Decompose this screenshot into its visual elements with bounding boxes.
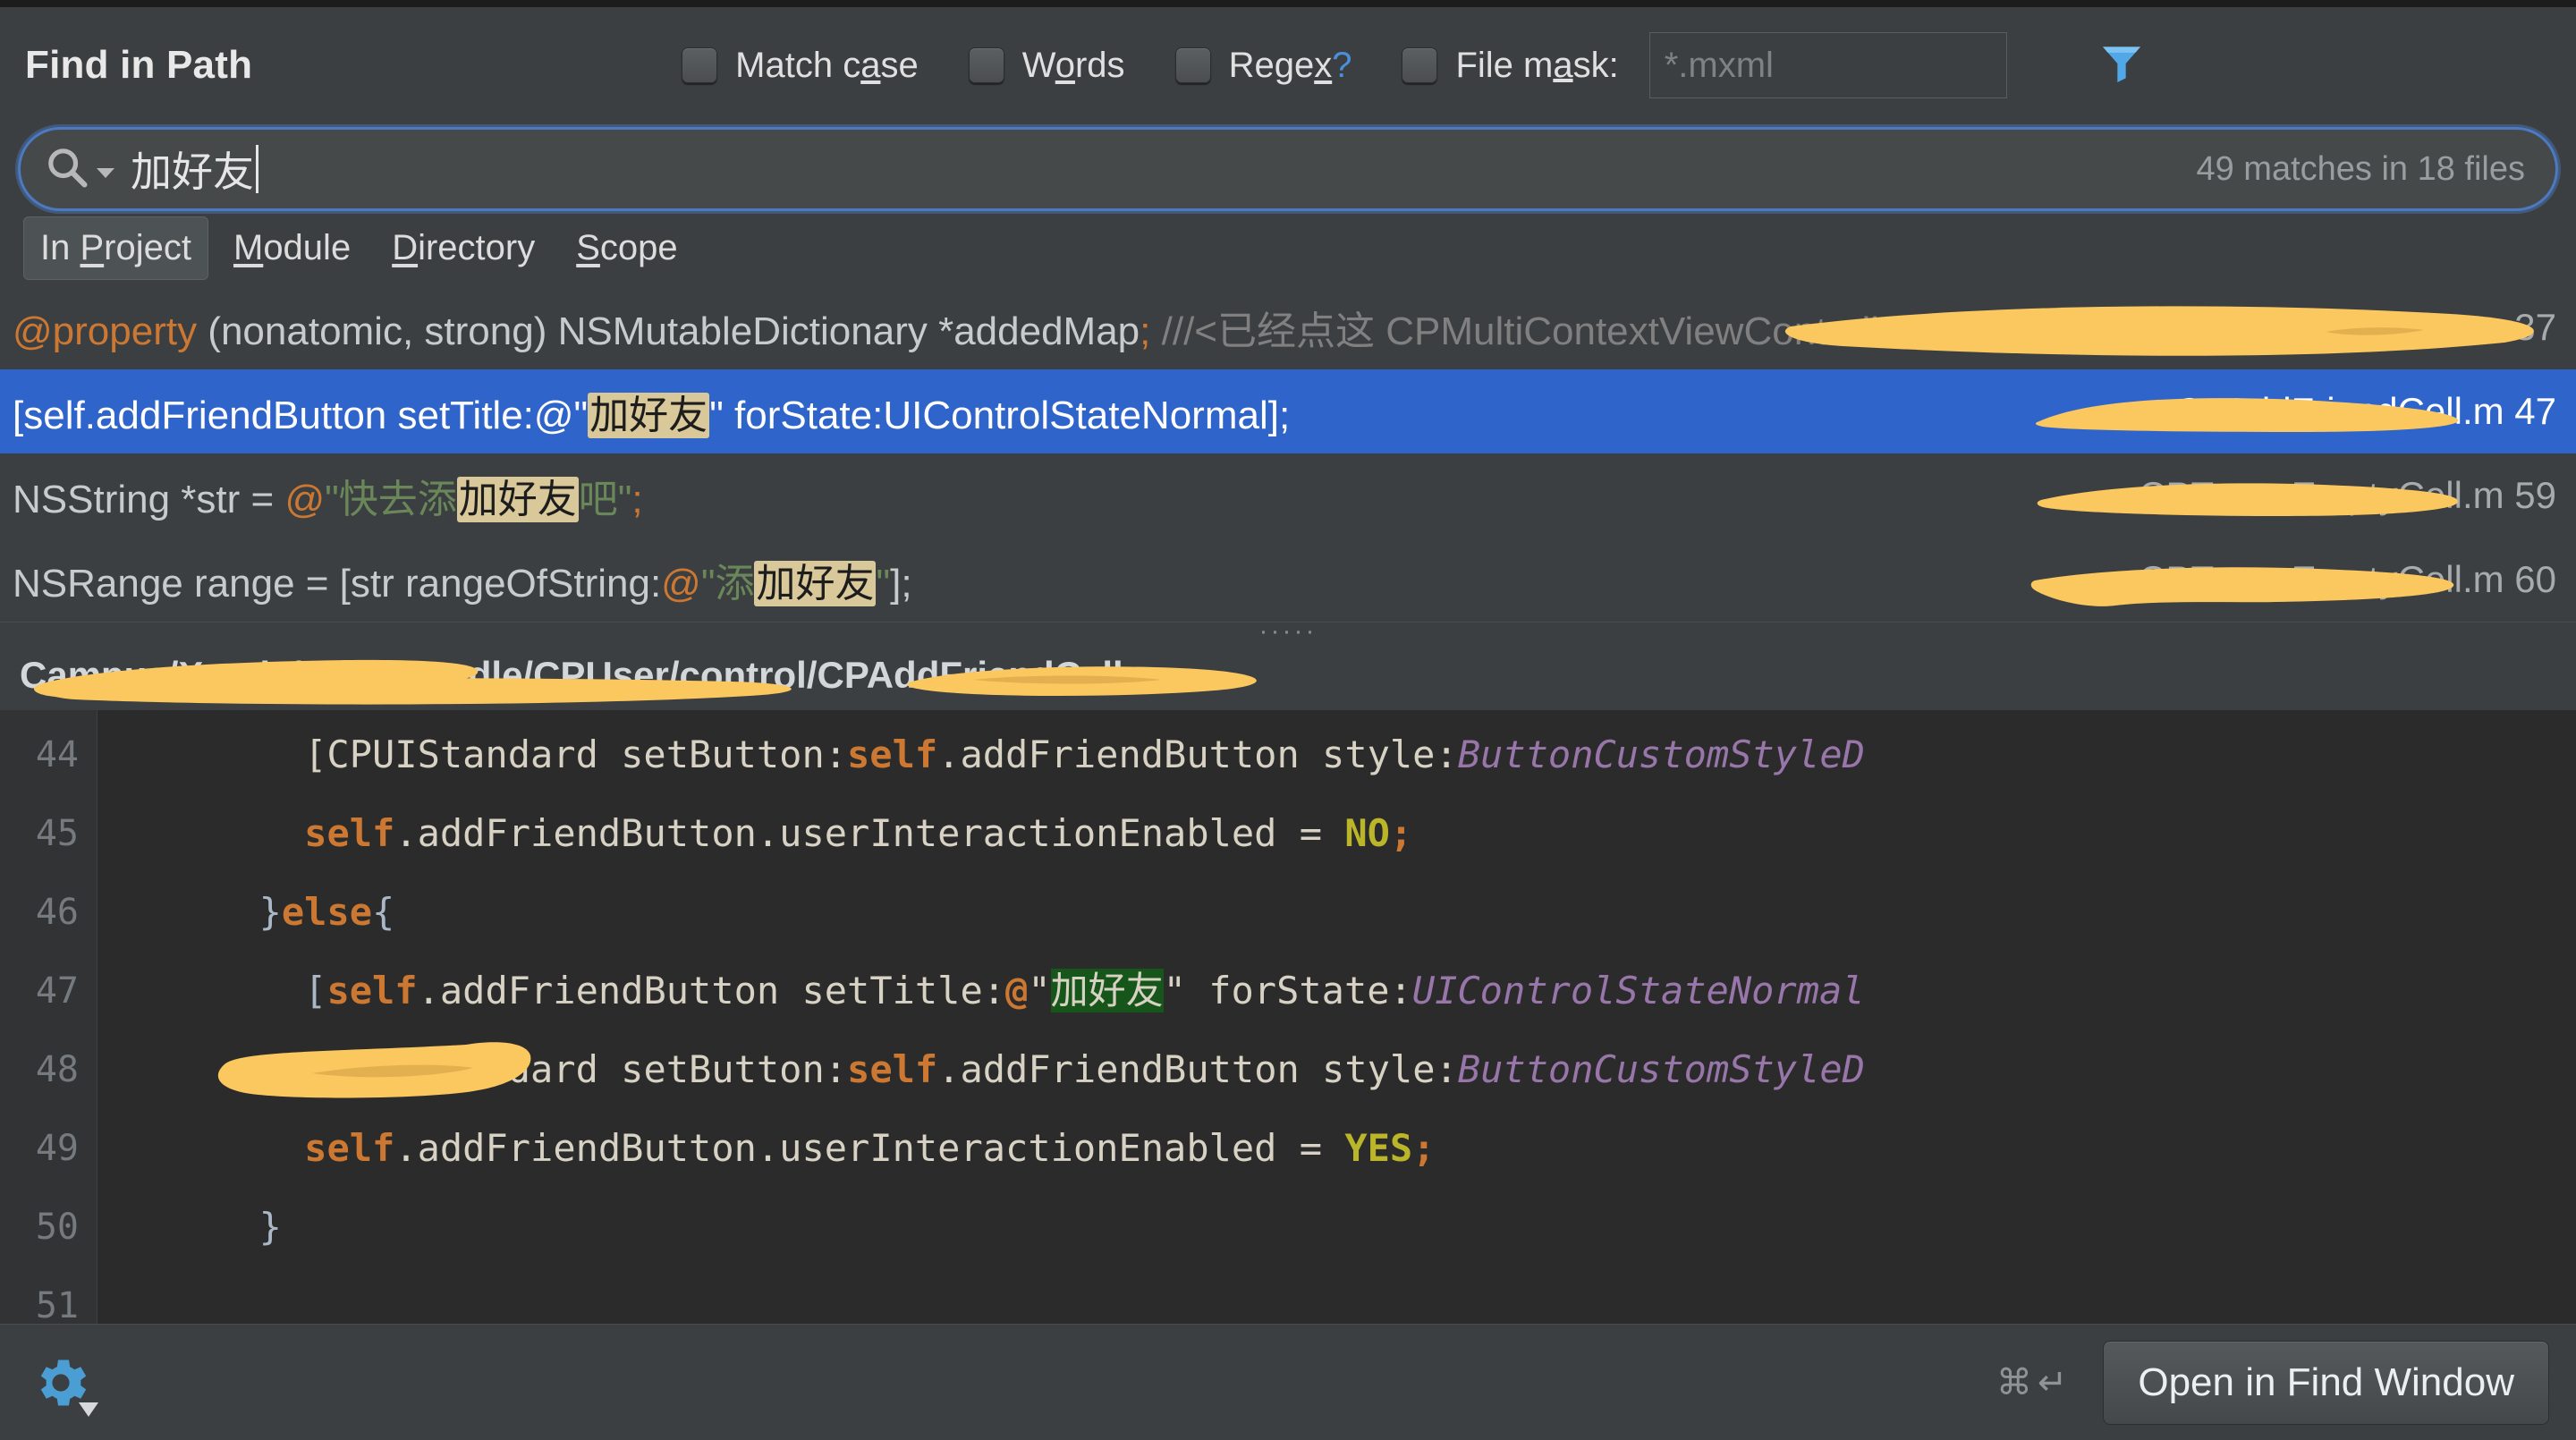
scope-tab-module[interactable]: Module	[217, 217, 367, 279]
table-row[interactable]: NSString *str = @"快去添加好友吧"; CPTweetEmpty…	[0, 453, 2576, 538]
option-words[interactable]: Words	[969, 46, 1125, 86]
regex-checkbox[interactable]	[1175, 47, 1211, 83]
dialog-footer: ⌘↵ Open in Find Window	[0, 1324, 2576, 1440]
option-match-case[interactable]: Match case	[682, 46, 919, 86]
code-line: [CPUIStandard setButton:self.addFriendBu…	[97, 716, 2576, 794]
breadcrumb: Campus/Xcode/.../CPBundle/CPUser/control…	[0, 640, 2576, 709]
line-number-gutter: 44 45 46 47 48 49 50 51	[0, 710, 97, 1324]
result-file-location: CPTweetEmptyCell.m 59	[2139, 474, 2556, 517]
search-row: 加好友 49 matches in 18 files	[0, 123, 2576, 211]
line-number: 44	[0, 716, 97, 794]
page-title: Find in Path	[25, 43, 252, 88]
code-line: }else{	[97, 873, 2576, 952]
gear-icon[interactable]	[29, 1351, 93, 1415]
line-number: 45	[0, 794, 97, 873]
result-text: [self.addFriendButton setTitle:@"加好友" fo…	[13, 383, 1290, 440]
search-history-chevron-down-icon[interactable]	[97, 168, 114, 178]
file-mask-input[interactable]: *.mxml	[1649, 32, 2007, 98]
code-lines[interactable]: [CPUIStandard setButton:self.addFriendBu…	[97, 710, 2576, 1324]
shortcut-hint: ⌘↵	[1996, 1362, 2073, 1403]
table-row[interactable]: @property (nonatomic, strong) NSMutableD…	[0, 285, 2576, 369]
option-file-mask[interactable]: File mask: *.mxml	[1402, 32, 2006, 98]
dialog-header: Find in Path Match case Words Regex? Fil…	[0, 7, 2576, 123]
filter-icon[interactable]	[2097, 38, 2147, 93]
search-input[interactable]: 加好友 49 matches in 18 files	[18, 127, 2558, 211]
line-number: 47	[0, 952, 97, 1030]
preview-match-highlight: 加好友	[1051, 969, 1164, 1012]
scope-tabs: In Project Module Directory Scope	[0, 211, 2576, 285]
result-file-location: CPTweetEmptyCell.m 60	[2139, 558, 2556, 601]
text-caret	[256, 145, 258, 193]
code-line: self.addFriendButton.userInteractionEnab…	[97, 1109, 2576, 1188]
words-checkbox[interactable]	[969, 47, 1004, 83]
scope-tab-directory[interactable]: Directory	[376, 217, 551, 279]
code-preview[interactable]: 44 45 46 47 48 49 50 51 [CPUIStandard se…	[0, 710, 2576, 1324]
file-mask-label: File mask:	[1455, 46, 1618, 86]
match-count-label: 49 matches in 18 files	[2196, 150, 2525, 189]
code-line: }	[97, 1188, 2576, 1266]
scope-tab-scope[interactable]: Scope	[560, 217, 693, 279]
result-file-location: CPAddFriendCell.m 47	[2175, 390, 2556, 433]
scope-tab-in-project[interactable]: In Project	[23, 216, 208, 280]
search-query-text: 加好友	[131, 140, 258, 199]
search-options: Match case Words Regex? File mask: *.mxm…	[682, 32, 2147, 98]
option-regex[interactable]: Regex?	[1175, 46, 1352, 86]
line-number: 46	[0, 873, 97, 952]
code-line: [CPUIStandard setButton:self.addFriendBu…	[97, 1030, 2576, 1109]
file-path-label: Campus/Xcode/.../CPBundle/CPUser/control…	[20, 654, 1167, 697]
result-text: @property (nonatomic, strong) NSMutableD…	[13, 299, 1914, 356]
regex-label: Regex?	[1229, 46, 1352, 86]
search-icon	[44, 144, 90, 195]
line-number: 48	[0, 1030, 97, 1109]
result-text: NSRange range = [str rangeOfString:@"添加好…	[13, 551, 912, 608]
gear-chevron-down-icon[interactable]	[79, 1402, 98, 1417]
line-number: 49	[0, 1109, 97, 1188]
file-mask-placeholder: *.mxml	[1665, 46, 1774, 86]
table-row[interactable]: NSRange range = [str rangeOfString:@"添加好…	[0, 538, 2576, 622]
code-line	[97, 1266, 2576, 1324]
code-line: [self.addFriendButton setTitle:@"加好友" fo…	[97, 952, 2576, 1030]
line-number: 51	[0, 1266, 97, 1324]
words-label: Words	[1022, 46, 1125, 86]
result-file-location: CPMultiContextViewController.m 37	[1960, 306, 2556, 349]
result-text: NSString *str = @"快去添加好友吧";	[13, 467, 643, 524]
results-preview-splitter[interactable]: ·····	[0, 622, 2576, 640]
code-line: self.addFriendButton.userInteractionEnab…	[97, 794, 2576, 873]
match-case-label: Match case	[735, 46, 919, 86]
splitter-grip-icon: ·····	[1259, 628, 1318, 635]
search-results-list[interactable]: @property (nonatomic, strong) NSMutableD…	[0, 285, 2576, 622]
open-in-find-window-button[interactable]: Open in Find Window	[2103, 1341, 2549, 1425]
find-in-path-dialog: Find in Path Match case Words Regex? Fil…	[0, 7, 2576, 1440]
table-row[interactable]: [self.addFriendButton setTitle:@"加好友" fo…	[0, 369, 2576, 453]
line-number: 50	[0, 1188, 97, 1266]
match-case-checkbox[interactable]	[682, 47, 717, 83]
file-mask-checkbox[interactable]	[1402, 47, 1437, 83]
